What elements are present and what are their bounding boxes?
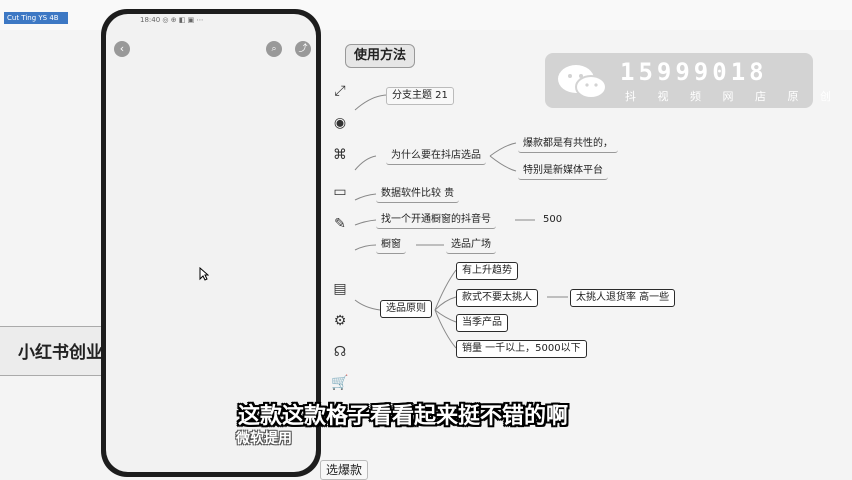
- gift-icon[interactable]: ⌘: [331, 146, 349, 164]
- pen-icon[interactable]: ✎: [331, 215, 349, 233]
- mindmap-data-software[interactable]: 数据软件比较 贵: [376, 186, 460, 203]
- mindmap-principle-child[interactable]: 有上升趋势: [456, 262, 518, 280]
- mindmap-principle[interactable]: 选品原则: [380, 300, 432, 318]
- mindmap-why-child[interactable]: 特别是新媒体平台: [518, 163, 608, 180]
- camera-icon[interactable]: ◉: [331, 114, 349, 132]
- mindmap-showcase-child[interactable]: 选品广场: [446, 237, 496, 254]
- mindmap-bottom-node[interactable]: 选爆款: [320, 460, 369, 480]
- tablet-icon[interactable]: ▤: [331, 280, 349, 298]
- cart-icon[interactable]: 🛒: [331, 374, 349, 392]
- mindmap-principle-child[interactable]: 销量 一千以上，5000以下: [456, 340, 587, 358]
- mindmap-find-account-value[interactable]: 500: [538, 212, 567, 228]
- wechat-icon: [558, 65, 607, 99]
- mindmap-principle-child[interactable]: 款式不要太挑人: [456, 289, 538, 307]
- mindmap-find-account[interactable]: 找一个开通橱窗的抖音号: [376, 212, 496, 229]
- mindmap-branch-topic[interactable]: 分支主题 21: [386, 87, 454, 105]
- mindmap-picky-child[interactable]: 太挑人退货率 高一些: [570, 289, 676, 307]
- mindmap-showcase[interactable]: 橱窗: [376, 237, 406, 254]
- watermark-phone: 15999018: [620, 58, 768, 86]
- settings-icon[interactable]: ⚙: [331, 312, 349, 330]
- left-card-label: 小红书创业: [18, 343, 103, 363]
- phone-status-bar: 18:40 ◎ ⊕ ◧ ▣ ⋯: [140, 16, 204, 24]
- back-icon[interactable]: ‹: [114, 41, 130, 57]
- phone-bottom-caption: 微软提用: [236, 431, 292, 447]
- headset-icon[interactable]: ☊: [331, 343, 349, 361]
- mindmap-why-node[interactable]: 为什么要在抖店选品: [386, 148, 486, 165]
- mindmap-header[interactable]: 使用方法: [345, 44, 416, 68]
- screen-icon[interactable]: ▭: [331, 183, 349, 201]
- mindmap-principle-child[interactable]: 当季产品: [456, 314, 508, 332]
- expand-icon[interactable]: ⤢: [331, 82, 349, 100]
- share-icon[interactable]: ⤴: [295, 41, 311, 57]
- mouse-cursor-icon: [199, 267, 209, 281]
- watermark-subtitle: 抖 视 频 网 店 原 创: [625, 90, 840, 103]
- search-icon[interactable]: ⌕: [266, 41, 282, 57]
- video-subtitle: 这款这款格子看看起来挺不错的啊: [238, 404, 569, 429]
- mindmap-why-child[interactable]: 爆款都是有共性的，: [518, 136, 618, 153]
